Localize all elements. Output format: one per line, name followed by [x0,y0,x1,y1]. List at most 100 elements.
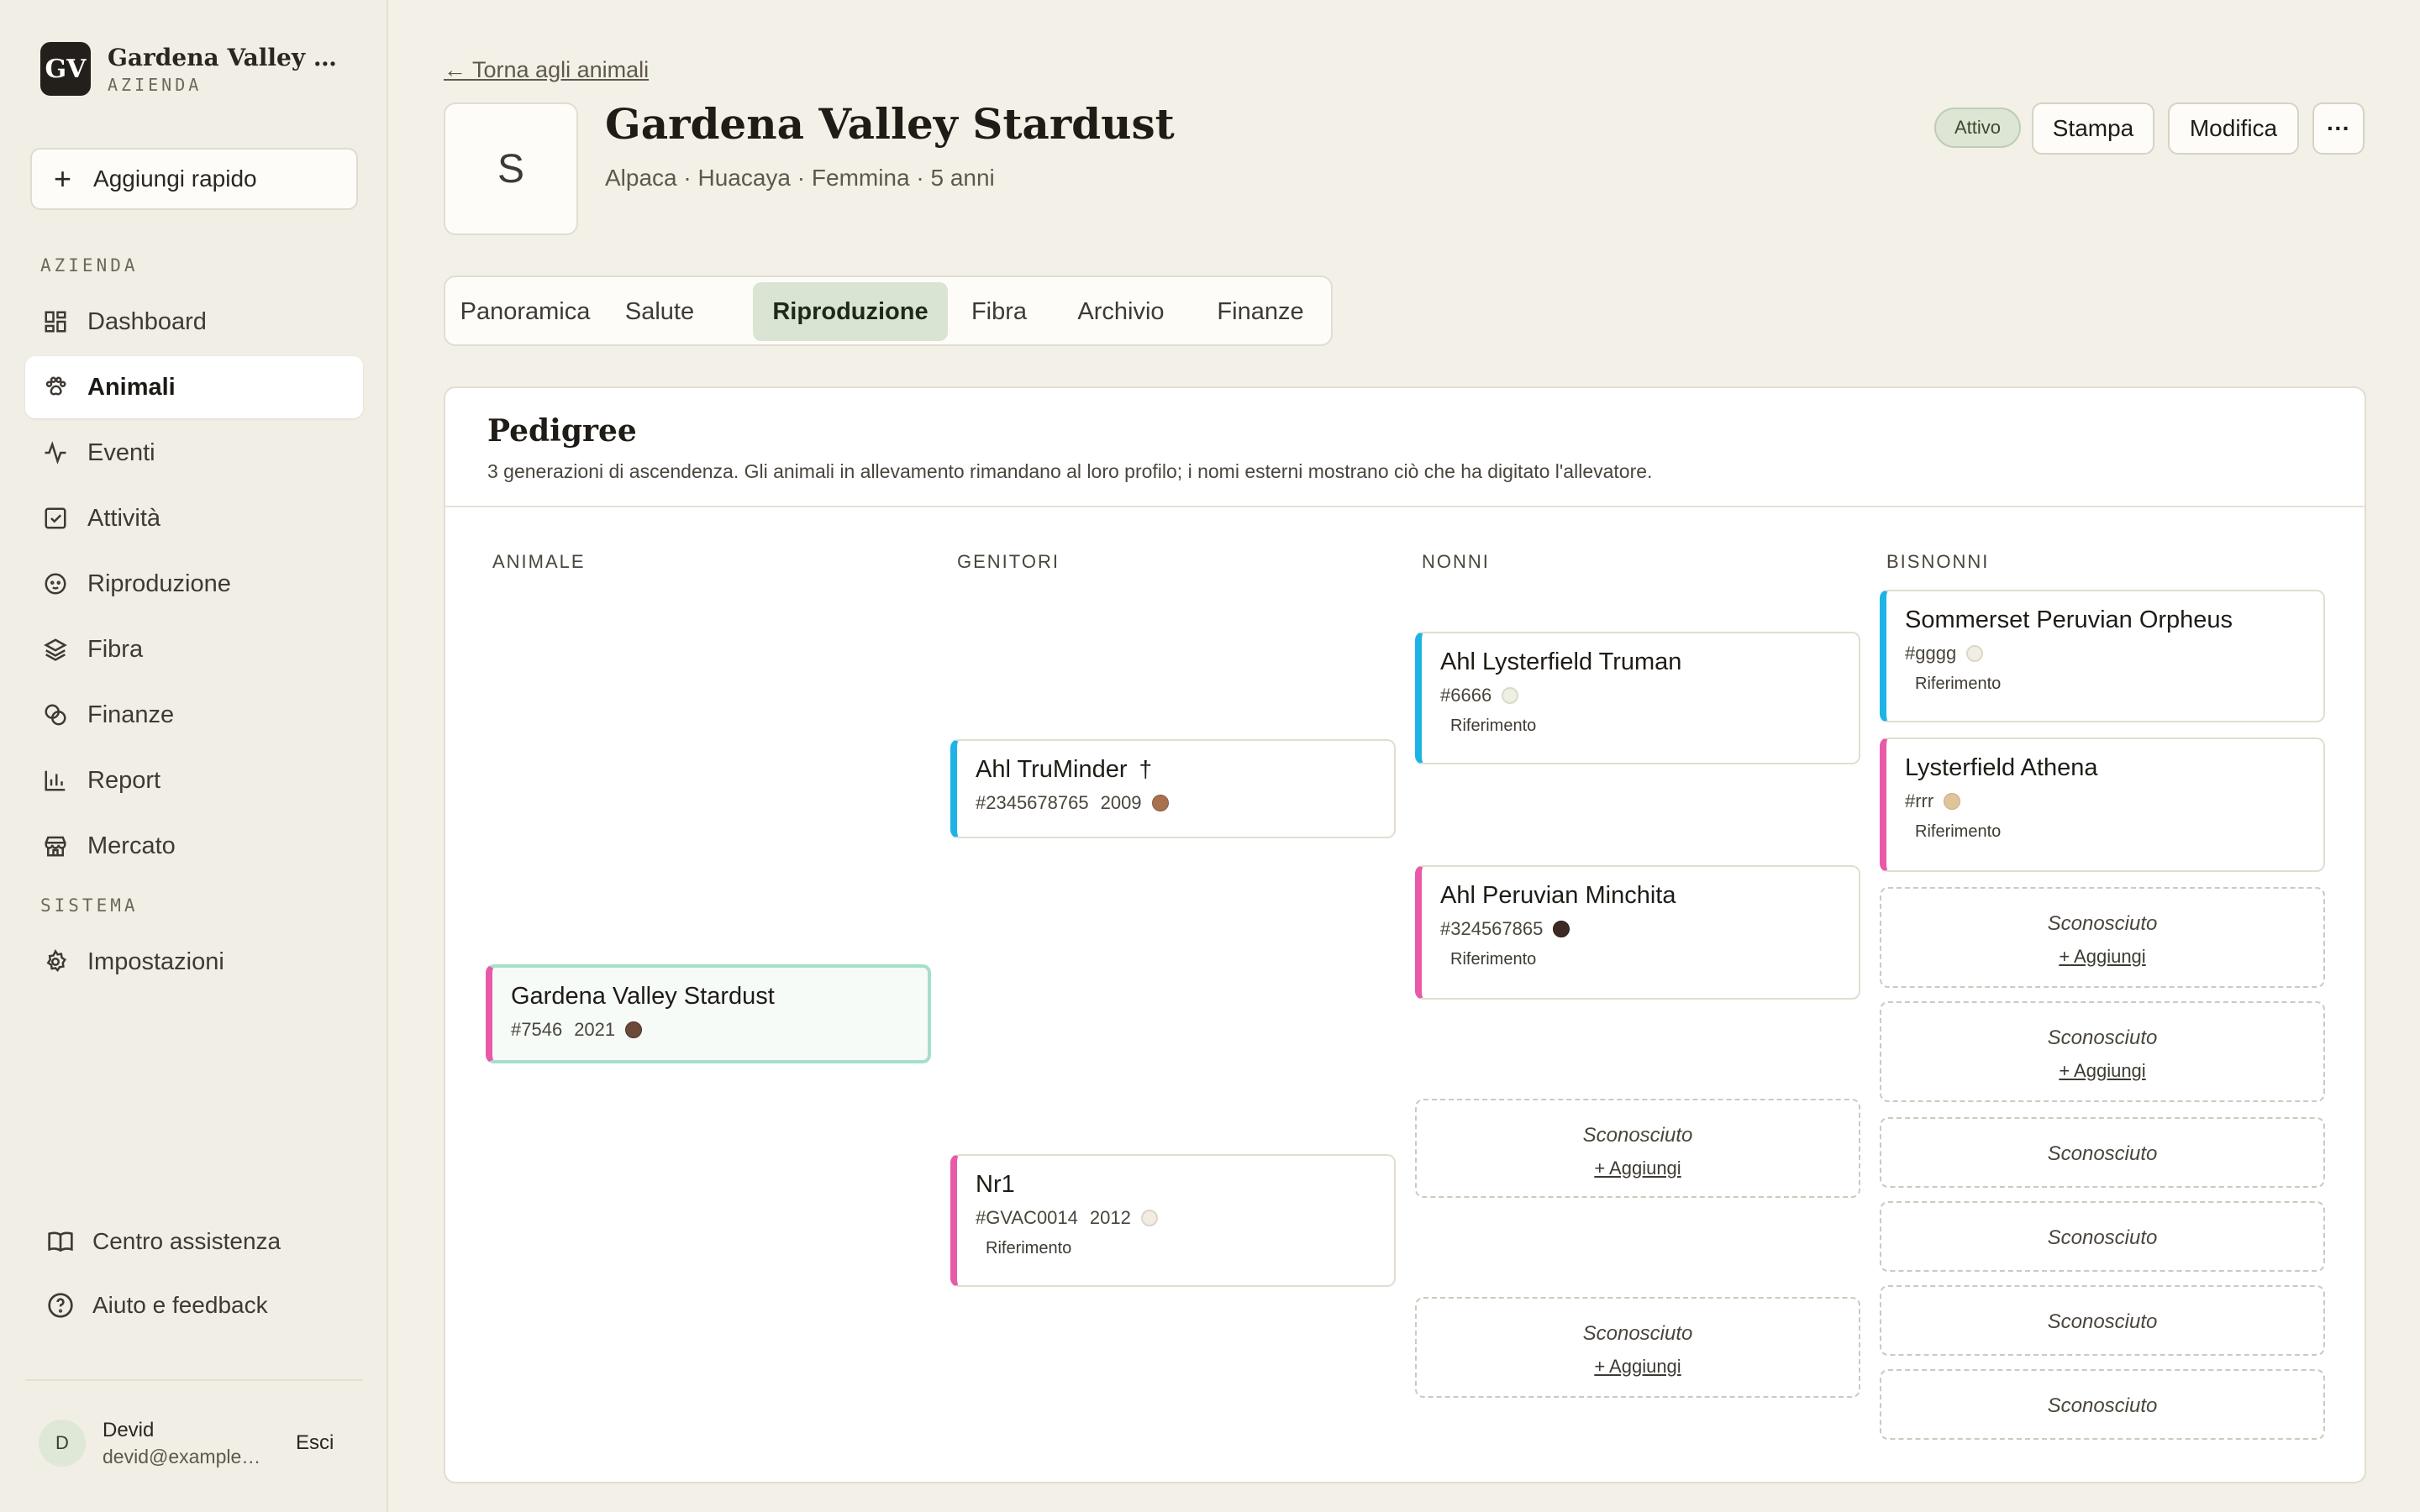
sidebar-item-label: Report [87,766,161,794]
add-ancestor-link[interactable]: + Aggiungi [1417,1356,1859,1378]
pedigree-node-sire-sire[interactable]: Ahl Lysterfield Truman #6666 Riferimento [1415,632,1860,764]
reference-tag: Riferimento [1450,717,1537,735]
sidebar-item-label: Impostazioni [87,948,224,975]
color-swatch [625,1021,643,1038]
checkbox-icon [42,505,69,532]
unknown-label: Sconosciuto [2047,1394,2158,1417]
baby-icon [42,570,69,597]
user-email: devid@example.com [103,1445,262,1467]
add-ancestor-link[interactable]: + Aggiungi [1881,1060,2323,1082]
reference-tag: Riferimento [1450,950,1537,969]
print-button[interactable]: Stampa [2032,102,2154,155]
pedigree-node-self[interactable]: Gardena Valley Stardust #7546 2021 [486,964,931,1063]
add-ancestor-link[interactable]: + Aggiungi [1881,946,2323,968]
animal-id: #GVAC0014 [976,1207,1078,1228]
color-swatch [1966,645,1984,662]
pedigree-node-unknown: Sconosciuto [1880,1201,2325,1272]
paw-icon [42,374,69,401]
tab-bar: Panoramica Salute Riproduzione Fibra Arc… [444,276,1333,346]
animal-year: 2009 [1100,792,1142,813]
brand[interactable]: GV Gardena Valley Alpacas AZIENDA [40,42,351,96]
bar-chart-icon [42,767,69,794]
animal-name: Sommerset Peruvian Orpheus [1905,606,2233,633]
sidebar-item-impostazioni[interactable]: Impostazioni [25,931,363,993]
sidebar-item-label: Dashboard [87,307,207,335]
pedigree-node-sire[interactable]: Ahl TruMinder † #2345678765 2009 [950,739,1396,838]
animal-name: Ahl TruMinder [976,756,1128,783]
user-name: Devid [103,1418,155,1441]
store-icon [42,832,69,859]
animal-name: Gardena Valley Stardust [511,983,775,1010]
column-header-genitori: GENITORI [957,551,1060,572]
tab-salute[interactable]: Salute [605,282,714,341]
sidebar-item-fibra[interactable]: Fibra [25,618,363,680]
unknown-label: Sconosciuto [1582,1322,1693,1345]
help-circle-icon [48,1293,73,1318]
brand-logo: GV [40,42,91,96]
sidebar-item-eventi[interactable]: Eventi [25,422,363,484]
sidebar-item-attivita[interactable]: Attività [25,487,363,549]
sidebar-item-label: Animali [87,373,176,401]
add-ancestor-link[interactable]: + Aggiungi [1417,1158,1859,1179]
color-swatch [1151,795,1169,811]
section-label-sistema: SISTEMA [40,895,139,916]
unknown-label: Sconosciuto [2047,1026,2158,1049]
quick-add-button[interactable]: + Aggiungi rapido [30,148,358,210]
reference-tag: Riferimento [986,1239,1072,1257]
sidebar-item-label: Eventi [87,438,155,466]
animal-id: #gggg [1905,643,1957,664]
tab-fibra[interactable]: Fibra [953,282,1045,341]
pedigree-node-unknown: Sconosciuto [1880,1369,2325,1440]
quick-add-label: Aggiungi rapido [93,165,257,192]
tab-finanze[interactable]: Finanze [1197,282,1324,341]
sidebar-item-label: Finanze [87,701,175,728]
sidebar: GV Gardena Valley Alpacas AZIENDA + Aggi… [0,0,388,1512]
pedigree-description: 3 generazioni di ascendenza. Gli animali… [487,460,1653,482]
pedigree-node-ss-dam[interactable]: Lysterfield Athena #rrr Riferimento [1880,738,2325,872]
tab-riproduzione[interactable]: Riproduzione [753,282,948,341]
animal-name: Ahl Lysterfield Truman [1440,648,1682,675]
tab-panoramica[interactable]: Panoramica [454,282,597,341]
sidebar-item-riproduzione[interactable]: Riproduzione [25,553,363,615]
unknown-label: Sconosciuto [1582,1124,1693,1147]
gear-icon [42,948,69,975]
tab-archivio[interactable]: Archivio [1052,282,1190,341]
pedigree-node-ss-sire[interactable]: Sommerset Peruvian Orpheus #gggg Riferim… [1880,590,2325,722]
sidebar-item-finanze[interactable]: Finanze [25,684,363,746]
sidebar-item-report[interactable]: Report [25,749,363,811]
animal-id: #7546 [511,1019,563,1040]
pedigree-node-sire-dam[interactable]: Ahl Peruvian Minchita #324567865 Riferim… [1415,865,1860,1000]
pedigree-node-dam[interactable]: Nr1 #GVAC0014 2012 Riferimento [950,1154,1396,1287]
activity-icon [42,439,69,466]
help-center-link[interactable]: Centro assistenza [47,1228,281,1255]
animal-name: Lysterfield Athena [1905,754,2098,781]
edit-button[interactable]: Modifica [2168,102,2299,155]
pedigree-title: Pedigree [487,413,637,449]
logout-button[interactable]: Esci [296,1431,334,1455]
animal-name: Nr1 [976,1171,1015,1198]
sidebar-item-dashboard[interactable]: Dashboard [25,291,363,353]
sidebar-item-animali[interactable]: Animali [25,356,363,418]
animal-id: #2345678765 [976,792,1089,813]
pedigree-node-unknown: Sconosciuto + Aggiungi [1880,887,2325,988]
book-icon [48,1231,73,1252]
pedigree-node-unknown: Sconosciuto [1880,1285,2325,1356]
feedback-link[interactable]: Aiuto e feedback [47,1292,268,1319]
color-swatch [1553,921,1570,937]
more-menu-button[interactable]: ··· [2312,102,2365,155]
help-center-label: Centro assistenza [92,1228,281,1254]
sidebar-item-label: Riproduzione [87,570,231,597]
feedback-label: Aiuto e feedback [92,1292,268,1318]
sidebar-item-label: Attività [87,504,161,532]
page-title: Gardena Valley Stardust [605,99,1175,149]
user-panel: D Devid devid@example.com Esci [25,1379,363,1505]
color-swatch [1502,687,1519,704]
sidebar-item-mercato[interactable]: Mercato [25,815,363,877]
animal-year: 2021 [574,1019,616,1040]
color-swatch [1140,1210,1158,1226]
column-header-nonni: NONNI [1422,551,1490,572]
back-link[interactable]: ← Torna agli animali [444,57,649,83]
sidebar-item-label: Mercato [87,832,176,859]
sidebar-item-label: Fibra [87,635,144,663]
animal-id: #rrr [1905,790,1934,811]
